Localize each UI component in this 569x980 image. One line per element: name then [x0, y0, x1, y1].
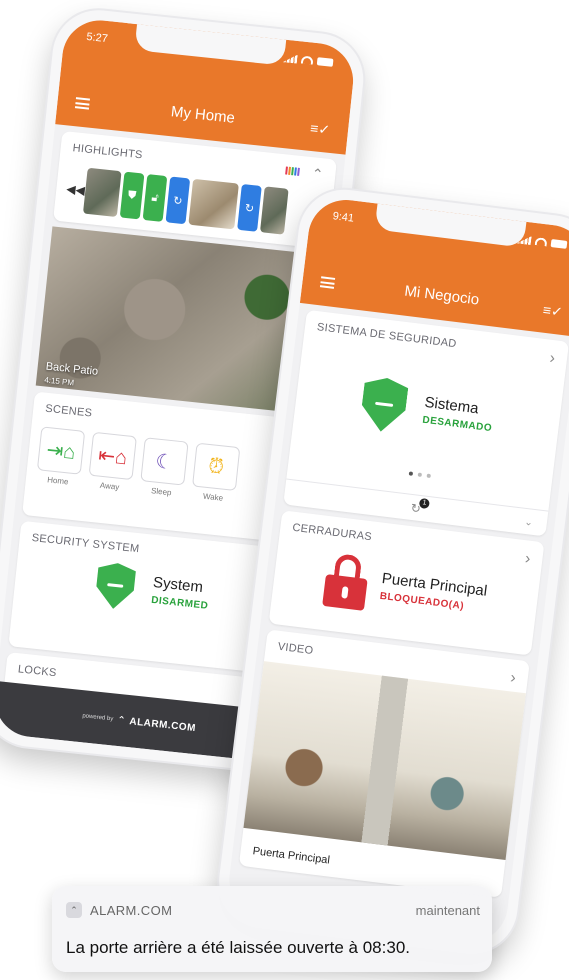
signal-icon: [517, 234, 532, 245]
lock-icon: [322, 552, 370, 611]
battery-icon: [550, 239, 568, 249]
alarm-app-icon: ⌃: [66, 902, 82, 918]
sync-icon[interactable]: ↻ 1: [410, 497, 431, 516]
lock-text: Puerta Principal BLOQUEADO(A): [379, 570, 488, 615]
unlock-event-icon[interactable]: 🔓︎: [142, 174, 168, 222]
home-arrive-icon: ⇥⌂: [36, 426, 86, 475]
marketing-stage: 5:27 My Home ≡✓ HIGHLIGHTS ⌃ ◀◀ ⛊ 🔓︎ ↻ ↻…: [0, 0, 569, 980]
sync-badge: 1: [418, 497, 431, 509]
security-text: System DISARMED: [151, 574, 211, 612]
scene-away[interactable]: ⇤⌂ Away: [87, 431, 137, 493]
highlights-legend: [285, 166, 300, 176]
sync-event-icon[interactable]: ↻: [237, 183, 262, 232]
wifi-icon: [534, 237, 548, 247]
status-time: 9:41: [331, 210, 355, 225]
push-notification[interactable]: ⌃ ALARM.COM maintenant La porte arrière …: [52, 886, 492, 972]
alarm-logo-icon: ⌃: [116, 714, 127, 727]
camera-thumbnail[interactable]: [82, 167, 122, 218]
signal-icon: [283, 53, 298, 63]
scene-label: Sleep: [150, 486, 172, 498]
sync-event-icon[interactable]: ↻: [165, 176, 191, 225]
chevron-right-icon[interactable]: ›: [524, 550, 531, 569]
page-dot: [408, 471, 414, 476]
camera-label: Puerta Principal: [251, 845, 331, 867]
scene-label: Home: [46, 475, 69, 487]
chevron-down-icon[interactable]: ⌄: [524, 517, 534, 529]
security-system-card[interactable]: SISTEMA DE SEGURIDAD › Sistema DESARMADO…: [283, 309, 569, 537]
security-body: Sistema DESARMADO: [293, 367, 562, 453]
moon-icon: ☾: [140, 437, 189, 486]
status-icons: [517, 234, 568, 249]
camera-thumbnail[interactable]: [259, 186, 289, 235]
checklist-icon[interactable]: ≡✓: [309, 120, 330, 138]
security-status: DISARMED: [150, 594, 209, 612]
collapse-chevron-icon[interactable]: ⌃: [311, 165, 324, 183]
alarm-clock-icon: ⏰︎: [192, 442, 241, 492]
scene-sleep[interactable]: ☾ Sleep: [139, 437, 189, 498]
notification-time: maintenant: [415, 903, 480, 918]
scene-label: Away: [99, 480, 120, 492]
scene-label: Wake: [202, 491, 224, 503]
camera-time: 4:15 PM: [43, 375, 75, 388]
powered-prefix: powered by: [82, 713, 114, 723]
video-card[interactable]: VIDEO › Puerta Principal: [238, 629, 530, 898]
chevron-right-icon[interactable]: ›: [549, 350, 556, 369]
powered-brand: ALARM.COM: [128, 715, 197, 734]
chevron-right-icon[interactable]: ›: [509, 669, 516, 688]
security-name: System: [152, 573, 204, 597]
home-leave-icon: ⇤⌂: [88, 431, 137, 481]
rewind-icon[interactable]: ◀◀: [66, 182, 86, 198]
notification-message: La porte arrière a été laissée ouverte à…: [66, 938, 410, 957]
page-title: My Home: [170, 103, 236, 127]
page-dot: [417, 472, 423, 477]
camera-feed[interactable]: [243, 661, 526, 861]
battery-icon: [316, 57, 334, 67]
shield-icon: [359, 375, 409, 434]
page-dot: [426, 473, 431, 479]
wifi-icon: [300, 55, 314, 65]
checklist-icon[interactable]: ≡✓: [542, 302, 564, 320]
notification-app-name: ALARM.COM: [90, 903, 173, 918]
status-time: 5:27: [85, 30, 109, 46]
camera-thumbnail[interactable]: [188, 178, 239, 230]
security-text: Sistema DESARMADO: [422, 394, 495, 434]
status-icons: [283, 53, 334, 67]
scene-home[interactable]: ⇥⌂ Home: [36, 426, 86, 487]
shield-event-icon[interactable]: ⛊: [119, 171, 145, 220]
shield-icon: [94, 561, 137, 611]
scene-wake[interactable]: ⏰︎ Wake: [191, 442, 241, 504]
